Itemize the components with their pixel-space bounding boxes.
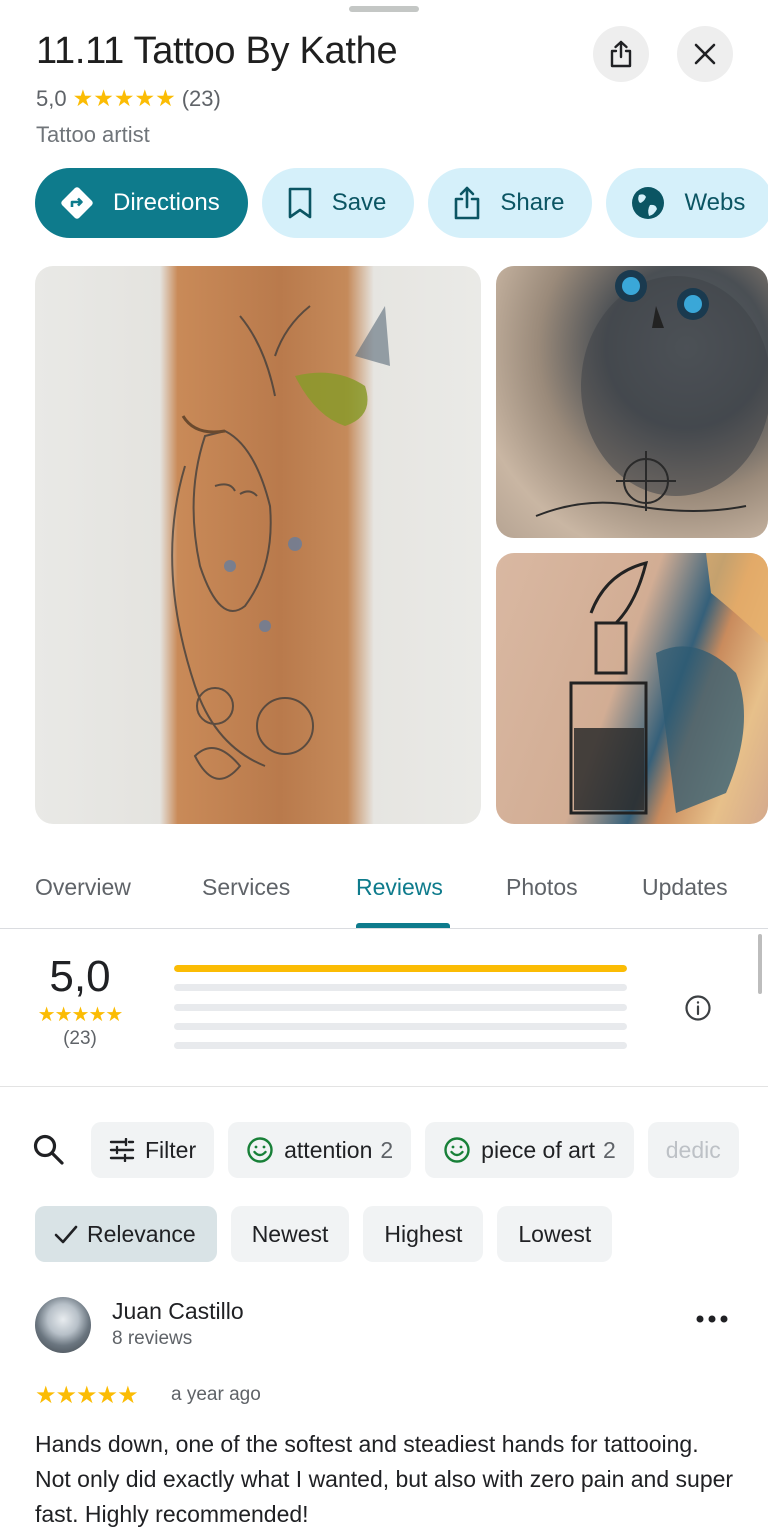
info-icon[interactable] bbox=[684, 994, 712, 1022]
topic-label: attention bbox=[284, 1136, 373, 1163]
review-author-count: 8 reviews bbox=[112, 1328, 193, 1349]
tab-reviews[interactable]: Reviews bbox=[356, 874, 443, 901]
tune-icon bbox=[109, 1138, 135, 1162]
average-rating: 5,0 bbox=[49, 952, 111, 1001]
rating-bar-4 bbox=[174, 984, 627, 991]
rating-bar-2 bbox=[174, 1023, 627, 1030]
directions-button[interactable]: Directions bbox=[35, 168, 248, 238]
smiley-icon bbox=[444, 1137, 470, 1163]
sort-label: Relevance bbox=[87, 1220, 196, 1247]
tab-overview[interactable]: Overview bbox=[35, 874, 131, 901]
sort-newest[interactable]: Newest bbox=[230, 1206, 350, 1262]
review-date: a year ago bbox=[171, 1384, 261, 1405]
action-chips: Directions Save Share Webs bbox=[35, 168, 768, 238]
sleeve-artwork bbox=[171, 305, 390, 780]
sort-label: Newest bbox=[251, 1220, 329, 1247]
website-label: Webs bbox=[684, 189, 746, 216]
rating-bar-5 bbox=[174, 965, 627, 972]
sort-lowest[interactable]: Lowest bbox=[497, 1206, 613, 1262]
topic-chip-piece-of-art[interactable]: piece of art 2 bbox=[425, 1122, 634, 1178]
smiley-icon bbox=[247, 1137, 273, 1163]
sort-relevance[interactable]: Relevance bbox=[35, 1206, 217, 1262]
share-icon bbox=[610, 40, 632, 68]
filter-label: Filter bbox=[145, 1136, 197, 1163]
topic-count: 2 bbox=[602, 1136, 616, 1163]
tab-updates[interactable]: Updates bbox=[642, 874, 728, 901]
review-filter-chips: Filter attention 2 piece of art 2 dedic bbox=[91, 1122, 739, 1178]
sort-highest[interactable]: Highest bbox=[363, 1206, 484, 1262]
rating-summary: 5,0 ★★★★★ (23) bbox=[0, 930, 768, 1087]
rating-bar-fill bbox=[174, 965, 627, 972]
avatar[interactable] bbox=[35, 1297, 91, 1353]
review-author[interactable]: Juan Castillo bbox=[112, 1298, 244, 1325]
rating-bar-1 bbox=[174, 1042, 627, 1049]
directions-icon bbox=[61, 187, 93, 219]
more-options-icon[interactable] bbox=[696, 1314, 728, 1324]
total-review-count: (23) bbox=[63, 1028, 97, 1049]
tab-photos[interactable]: Photos bbox=[506, 874, 578, 901]
share-button[interactable]: Share bbox=[428, 168, 593, 238]
review-text: Hands down, one of the softest and stead… bbox=[35, 1431, 734, 1527]
topic-label: dedic bbox=[665, 1136, 721, 1163]
place-title: 11.11 Tattoo By Kathe bbox=[36, 30, 398, 72]
topic-count: 2 bbox=[380, 1136, 394, 1163]
place-sheet: 11.11 Tattoo By Kathe 5,0 ★★★★★ (23) Tat… bbox=[0, 0, 768, 1539]
active-tab-indicator bbox=[356, 923, 450, 928]
save-label: Save bbox=[331, 189, 387, 216]
globe-icon bbox=[632, 187, 665, 219]
search-icon[interactable] bbox=[32, 1133, 66, 1167]
sort-label: Highest bbox=[384, 1220, 463, 1247]
scrollbar[interactable] bbox=[758, 934, 762, 994]
directions-label: Directions bbox=[113, 189, 220, 216]
topic-chip-dedicated[interactable]: dedic bbox=[647, 1122, 739, 1178]
sort-chips: Relevance Newest Highest Lowest bbox=[35, 1206, 613, 1262]
drag-handle[interactable] bbox=[349, 6, 419, 12]
tab-services[interactable]: Services bbox=[202, 874, 290, 901]
place-rating[interactable]: 5,0 ★★★★★ (23) bbox=[36, 85, 221, 112]
rating-value: 5,0 bbox=[36, 85, 67, 111]
bottle-tattoo-photo[interactable] bbox=[496, 553, 768, 824]
rating-count: (23) bbox=[181, 85, 221, 111]
check-icon bbox=[54, 1225, 78, 1244]
rating-stars: ★★★★★ bbox=[72, 85, 176, 111]
header-share-button[interactable] bbox=[593, 26, 649, 82]
review-stars: ★★★★★ bbox=[35, 1382, 139, 1409]
topic-label: piece of art bbox=[481, 1136, 595, 1163]
topic-chip-attention[interactable]: attention 2 bbox=[228, 1122, 412, 1178]
sort-label: Lowest bbox=[518, 1220, 592, 1247]
website-button[interactable]: Webs bbox=[606, 168, 768, 238]
close-button[interactable] bbox=[677, 26, 733, 82]
save-button[interactable]: Save bbox=[261, 168, 415, 238]
average-stars: ★★★★★ bbox=[37, 1004, 124, 1026]
bookmark-icon bbox=[288, 187, 312, 219]
owl-artwork bbox=[535, 270, 768, 517]
bottle-artwork bbox=[569, 553, 768, 815]
owl-tattoo-photo[interactable] bbox=[496, 266, 768, 538]
tab-bar: Overview Services Reviews Photos Updates bbox=[0, 862, 768, 929]
filter-button[interactable]: Filter bbox=[91, 1122, 215, 1178]
share-label: Share bbox=[500, 189, 565, 216]
share-icon bbox=[455, 186, 480, 220]
tattoo-sleeve-photo[interactable] bbox=[35, 266, 481, 824]
place-category[interactable]: Tattoo artist bbox=[36, 122, 150, 148]
close-icon bbox=[694, 43, 716, 65]
rating-bar-3 bbox=[174, 1004, 627, 1011]
